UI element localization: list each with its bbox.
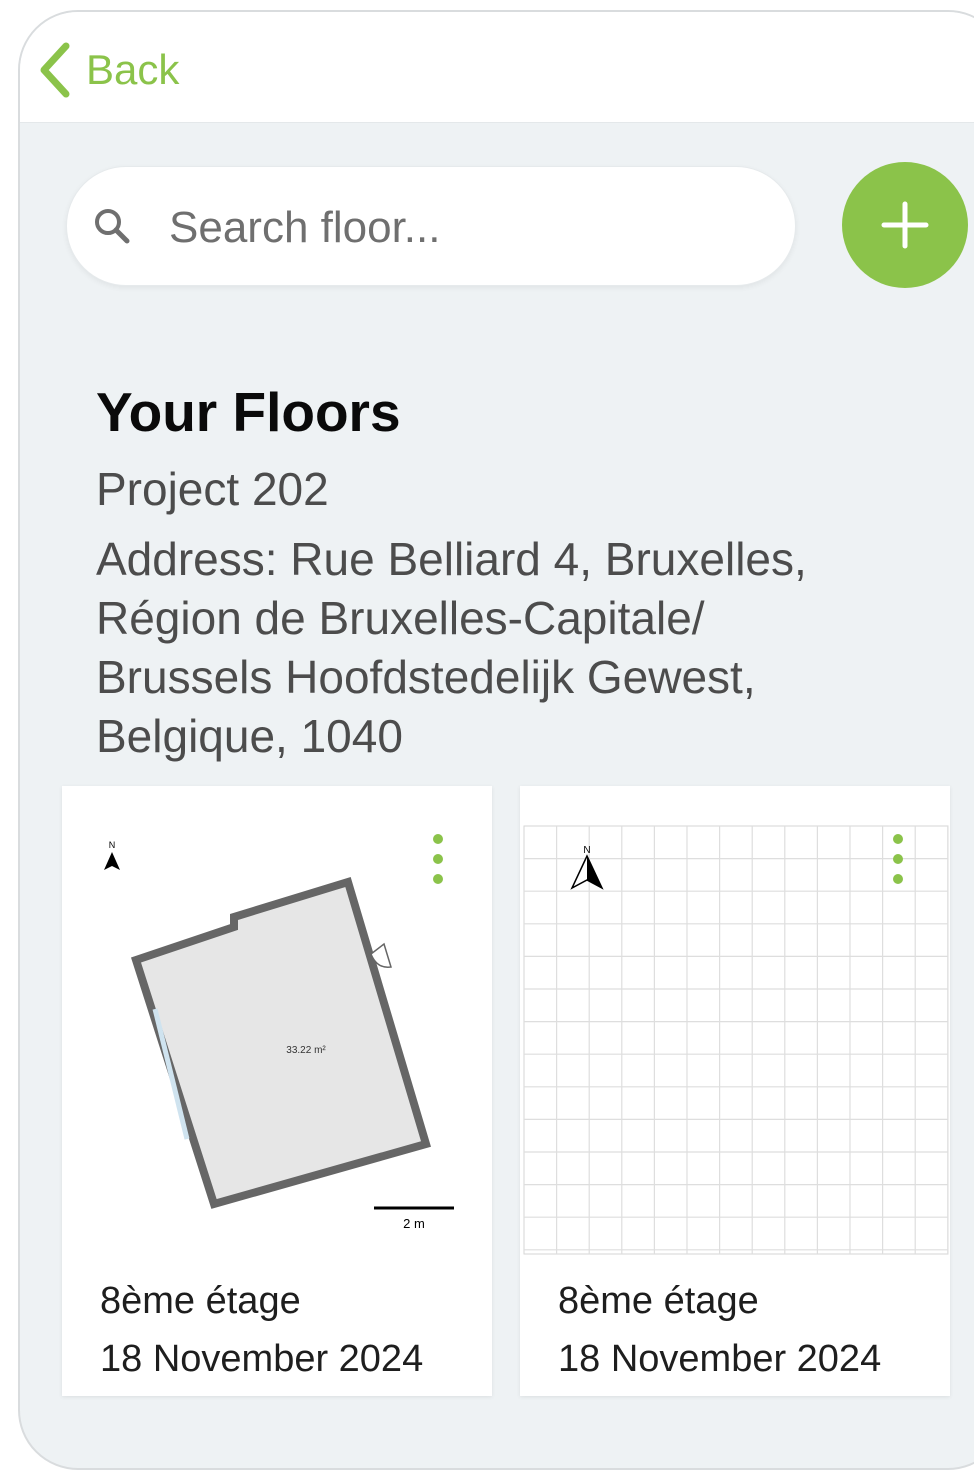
back-button[interactable]: Back	[38, 40, 179, 100]
app-screen: Back Your Floors Project 202 Address: Ru…	[18, 10, 974, 1470]
grid	[523, 825, 949, 1255]
room-floor	[130, 876, 431, 1209]
floor-date: 18 November 2024	[100, 1338, 424, 1380]
floor-name: 8ème étage	[558, 1280, 759, 1322]
floor-card[interactable]: N 8ème étage 18 November 2024	[520, 786, 950, 1396]
floor-date: 18 November 2024	[558, 1338, 882, 1380]
more-options-icon[interactable]	[886, 834, 910, 884]
floor-name: 8ème étage	[100, 1280, 301, 1322]
chevron-left-icon	[40, 42, 70, 98]
page-title: Your Floors	[96, 381, 401, 443]
project-name: Project 202	[96, 463, 329, 515]
search-input[interactable]	[167, 189, 771, 267]
scale-label: 2 m	[403, 1216, 425, 1231]
more-options-icon[interactable]	[426, 834, 450, 884]
navigation-bar: Back	[20, 12, 974, 123]
plus-icon	[881, 201, 929, 249]
north-label: N	[109, 840, 116, 850]
add-floor-button[interactable]	[842, 162, 968, 288]
search-icon	[95, 209, 130, 244]
search-bar[interactable]	[66, 166, 796, 286]
north-arrow-icon: N	[104, 840, 120, 870]
room-area-label: 33.22 m²	[286, 1045, 326, 1056]
project-address: Address: Rue Belliard 4, Bruxelles, Régi…	[96, 533, 807, 762]
floor-card[interactable]: N 33.22 m² 2 m 8ème étage 18 November 20…	[62, 786, 492, 1396]
back-label: Back	[86, 46, 180, 93]
